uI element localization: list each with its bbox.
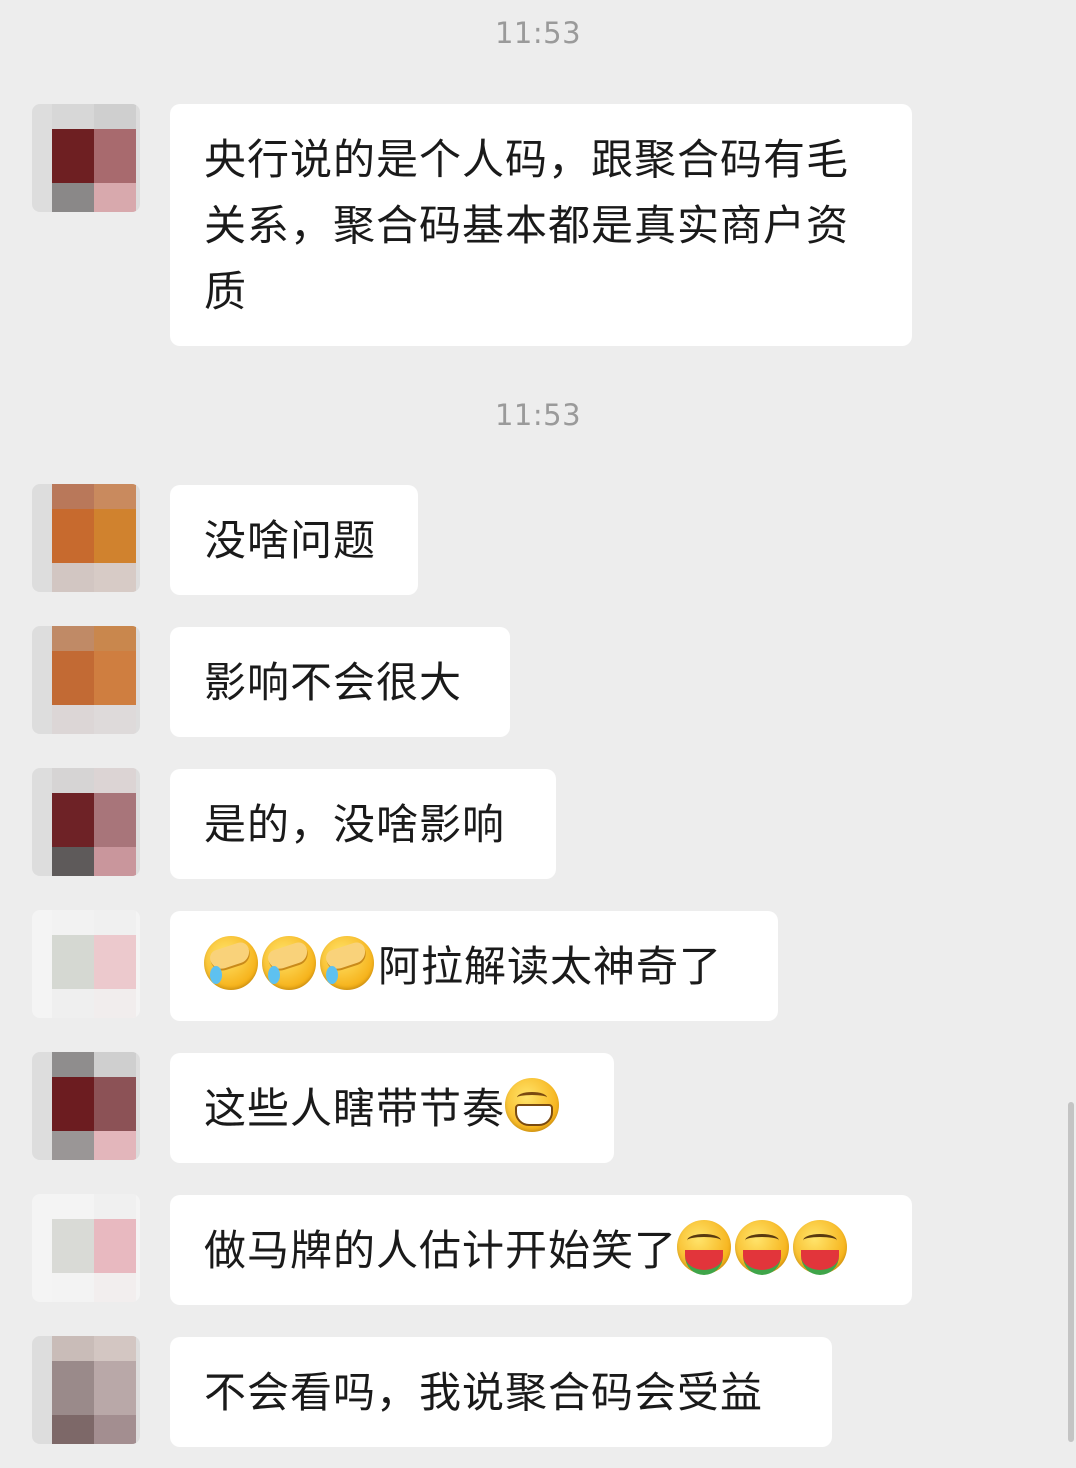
message-bubble[interactable]: 阿拉解读太神奇了: [170, 911, 778, 1021]
pixelated-avatar-image: [52, 1052, 136, 1160]
eating-watermelon-emoji: [677, 1220, 732, 1275]
pixelated-avatar-image: [52, 104, 136, 212]
grin-emoji: [505, 1078, 560, 1132]
message-bubble[interactable]: 这些人瞎带节奏: [170, 1053, 614, 1163]
message-bubble[interactable]: 做马牌的人估计开始笑了: [170, 1195, 912, 1305]
facepalm-emoji: [262, 936, 316, 990]
message-bubble[interactable]: 不会看吗，我说聚合码会受益: [170, 1337, 832, 1447]
avatar[interactable]: [32, 104, 140, 212]
pixelated-avatar-image: [52, 626, 136, 734]
avatar[interactable]: [32, 910, 140, 1018]
message-text: 央行说的是个人码，跟聚合码有毛关系，聚合码基本都是真实商户资质: [204, 135, 850, 316]
pixelated-avatar-image: [52, 910, 136, 1018]
timestamp: 11:53: [494, 398, 582, 432]
message-bubble[interactable]: 是的，没啥影响: [170, 769, 556, 879]
message-bubble[interactable]: 没啥问题: [170, 485, 418, 595]
message-text: 是的，没啥影响: [204, 800, 506, 849]
message-text: 做马牌的人估计开始笑了: [204, 1226, 678, 1275]
facepalm-emoji: [320, 936, 374, 990]
scrollbar[interactable]: [1068, 1102, 1074, 1442]
avatar[interactable]: [32, 484, 140, 592]
message-text: 影响不会很大: [204, 658, 463, 707]
timestamp: 11:53: [494, 16, 582, 50]
facepalm-emoji: [204, 936, 258, 990]
chat-view: 11:53 央行说的是个人码，跟聚合码有毛关系，聚合码基本都是真实商户资质 11…: [0, 0, 1076, 1468]
avatar[interactable]: [32, 1052, 140, 1160]
pixelated-avatar-image: [52, 484, 136, 592]
message-text: 这些人瞎带节奏: [204, 1084, 506, 1133]
avatar[interactable]: [32, 626, 140, 734]
avatar[interactable]: [32, 1194, 140, 1302]
message-bubble[interactable]: 央行说的是个人码，跟聚合码有毛关系，聚合码基本都是真实商户资质: [170, 104, 912, 346]
message-text: 阿拉解读太神奇了: [378, 942, 723, 991]
eating-watermelon-emoji: [793, 1220, 848, 1275]
avatar[interactable]: [32, 768, 140, 876]
pixelated-avatar-image: [52, 1194, 136, 1302]
message-text: 没啥问题: [204, 516, 377, 565]
message-text: 不会看吗，我说聚合码会受益: [204, 1368, 764, 1417]
pixelated-avatar-image: [52, 768, 136, 876]
pixelated-avatar-image: [52, 1336, 136, 1444]
eating-watermelon-emoji: [735, 1220, 790, 1275]
message-bubble[interactable]: 影响不会很大: [170, 627, 510, 737]
avatar[interactable]: [32, 1336, 140, 1444]
